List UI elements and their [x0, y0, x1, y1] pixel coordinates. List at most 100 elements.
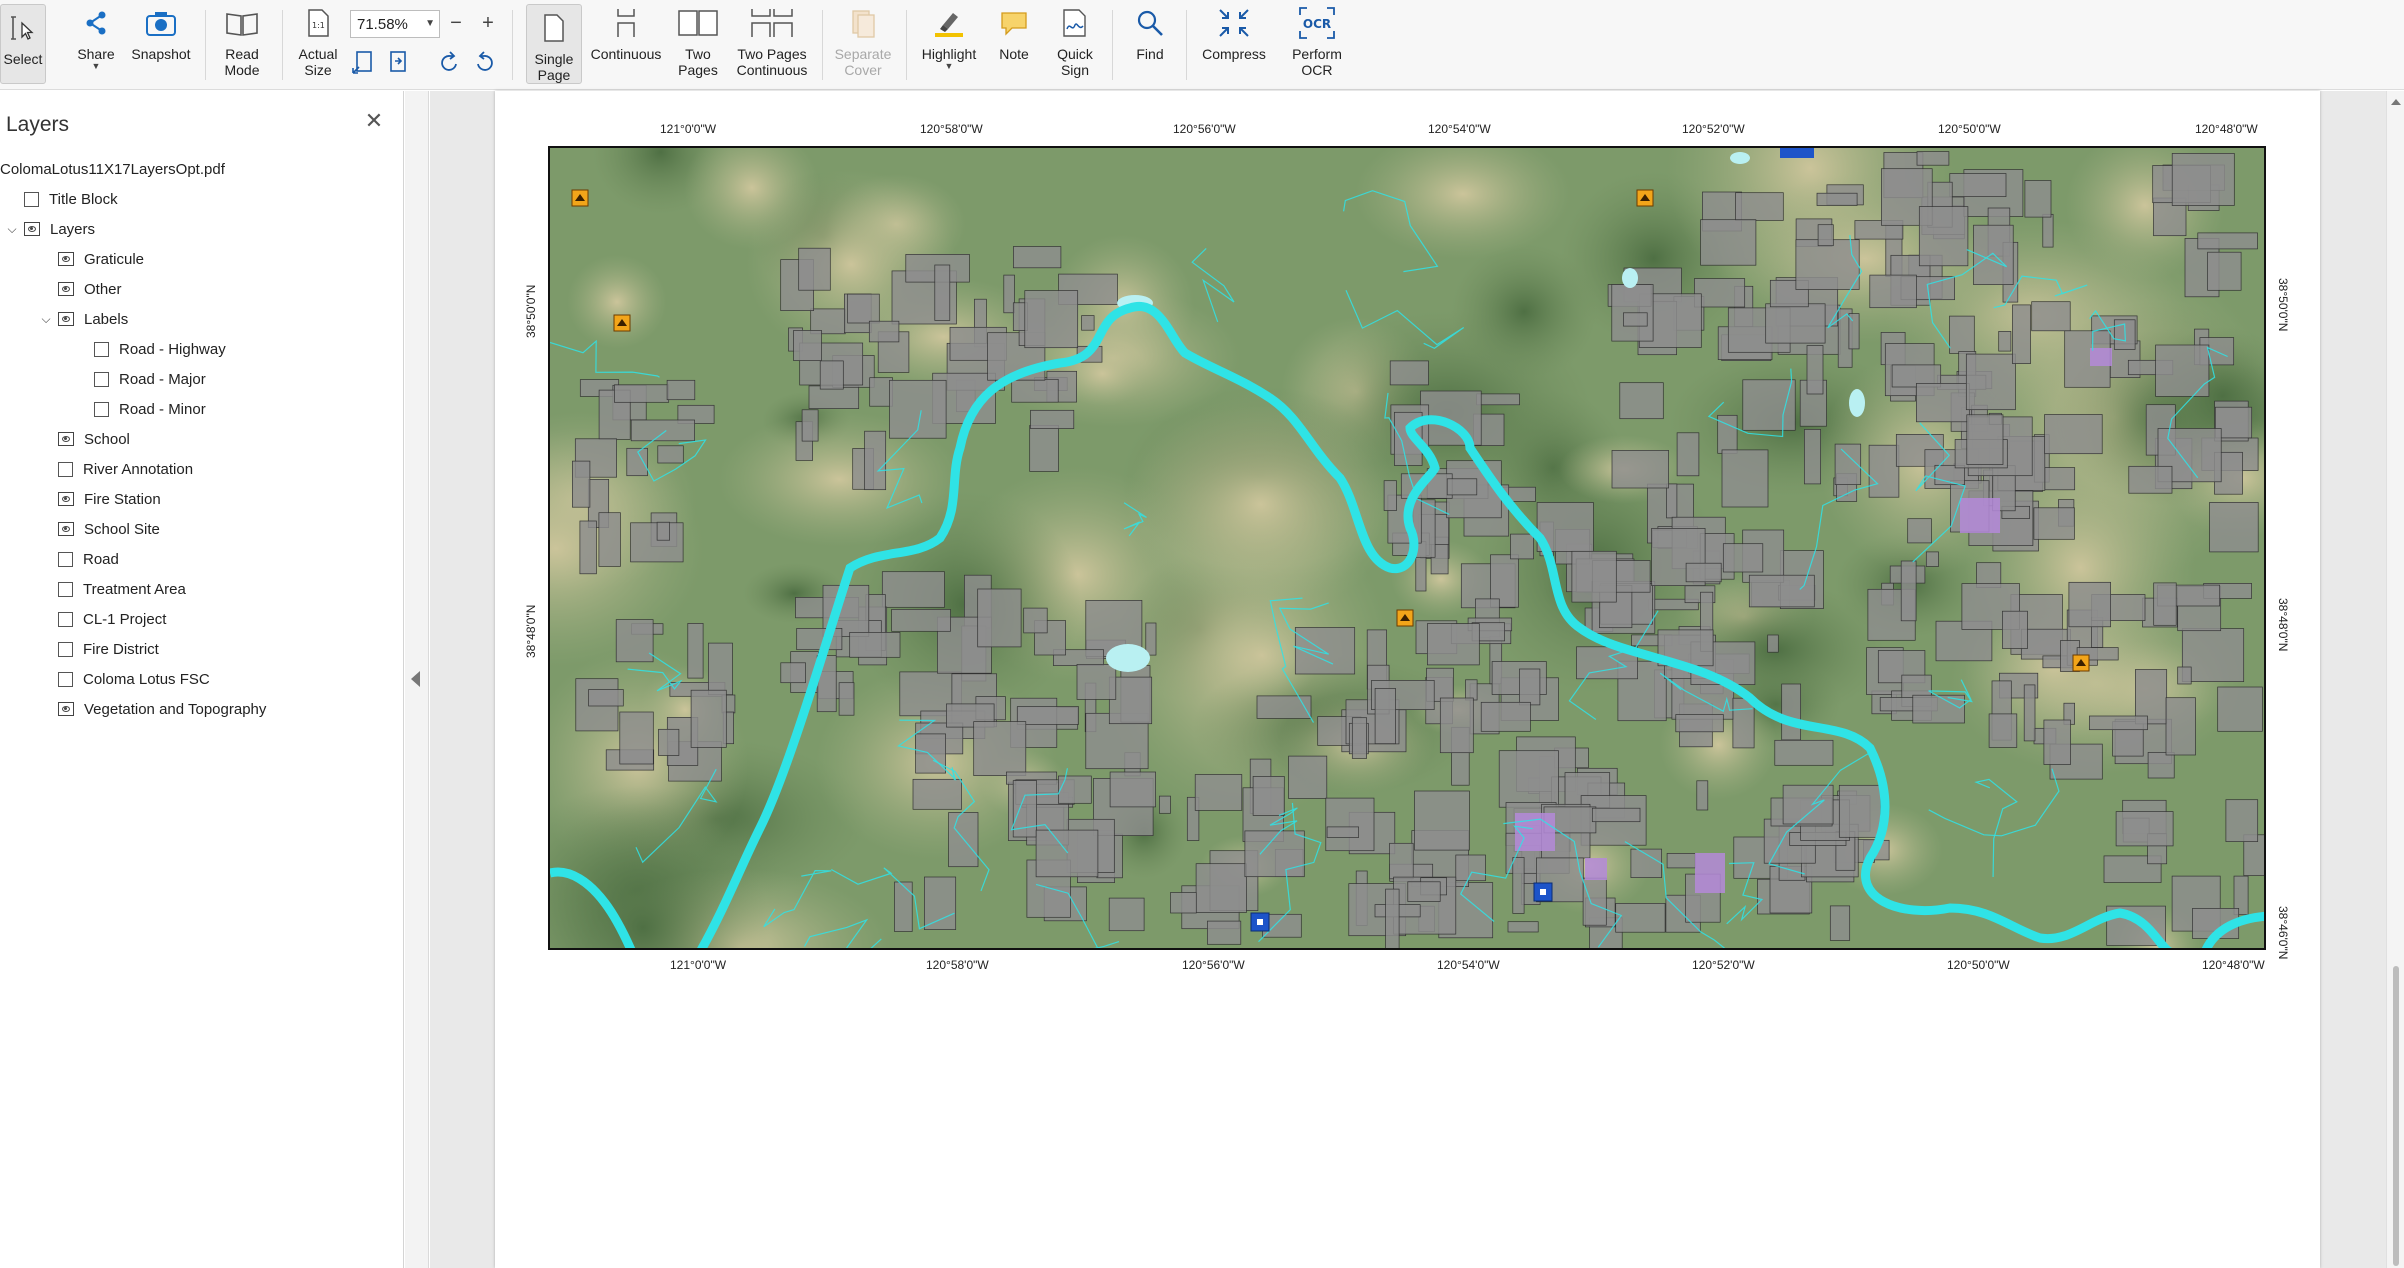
parcel — [1666, 483, 1678, 519]
note-button[interactable]: Note — [992, 0, 1036, 90]
layer-row[interactable]: Fire District — [58, 634, 159, 664]
layer-row[interactable]: CL-1 Project — [58, 604, 166, 634]
parcel — [1325, 797, 1375, 852]
rotate-left-button[interactable] — [436, 48, 464, 76]
scroll-up-arrow-icon[interactable] — [2391, 99, 2401, 105]
layer-row[interactable]: Road - Highway — [94, 334, 226, 364]
select-tool-button[interactable]: Select — [0, 4, 46, 84]
eye-icon[interactable] — [58, 522, 74, 536]
layer-row[interactable]: Road - Minor — [94, 394, 206, 424]
zoom-level-select[interactable]: 71.58% ▼ — [350, 10, 440, 38]
two-pages-button[interactable]: Two Pages — [672, 0, 724, 90]
eye-icon[interactable] — [58, 312, 74, 326]
parcel — [973, 721, 1027, 776]
layer-row[interactable]: Fire Station — [58, 484, 161, 514]
rotate-right-button[interactable] — [470, 48, 498, 76]
layer-label: ColomaLotus11X17LayersOpt.pdf — [0, 160, 225, 178]
treatment-area — [1695, 853, 1725, 893]
layer-checkbox[interactable] — [24, 191, 39, 207]
parcel — [1925, 551, 1939, 567]
zoom-out-button[interactable]: − — [441, 10, 471, 38]
layer-checkbox[interactable] — [58, 671, 73, 687]
layer-row[interactable]: Coloma Lotus FSC — [58, 664, 210, 694]
scrollbar-thumb[interactable] — [2393, 966, 2399, 1266]
fire-station-marker — [613, 314, 631, 332]
eye-icon[interactable] — [58, 492, 74, 506]
layer-row[interactable]: Road — [58, 544, 119, 574]
single-page-button[interactable]: Single Page — [526, 4, 582, 84]
parcel — [924, 876, 957, 930]
parcel — [2197, 232, 2258, 250]
parcel — [1694, 278, 1746, 308]
quick-sign-button[interactable]: Quick Sign — [1048, 0, 1102, 90]
terrain-patch — [1450, 242, 1598, 381]
layer-label: Road — [83, 550, 119, 568]
latitude-label-right: 38°46'0"N — [2276, 906, 2290, 960]
chevron-down-icon[interactable]: ⌵ — [38, 312, 54, 327]
signature-icon — [1058, 0, 1092, 46]
layer-checkbox[interactable] — [58, 611, 73, 627]
layer-checkbox[interactable] — [58, 551, 73, 567]
collapse-arrow-icon — [411, 671, 420, 687]
layer-row[interactable]: Vegetation and Topography — [58, 694, 266, 724]
layer-row[interactable]: Graticule — [58, 244, 144, 274]
parcel — [912, 778, 962, 810]
continuous-button[interactable]: Continuous — [590, 0, 662, 90]
parcel — [1030, 409, 1075, 429]
snapshot-button[interactable]: Snapshot — [130, 0, 192, 90]
layer-row[interactable]: ColomaLotus11X17LayersOpt.pdf — [0, 154, 225, 184]
layer-row[interactable]: ⌵ Labels — [38, 304, 128, 334]
layer-checkbox[interactable] — [58, 581, 73, 597]
parcel — [1058, 775, 1092, 804]
parcel — [1685, 562, 1722, 583]
eye-icon[interactable] — [24, 222, 40, 236]
perform-ocr-button[interactable]: OCR Perform OCR — [1284, 0, 1350, 90]
fit-width-icon — [390, 51, 406, 72]
layer-row[interactable]: Treatment Area — [58, 574, 186, 604]
layer-row[interactable]: School Site — [58, 514, 160, 544]
layer-row[interactable]: Other — [58, 274, 122, 304]
zoom-in-button[interactable]: + — [473, 10, 503, 38]
parcel — [1817, 224, 1834, 247]
chevron-down-icon[interactable]: ⌵ — [4, 222, 20, 237]
layer-row[interactable]: ⌵ Layers — [4, 214, 95, 244]
parcel — [796, 628, 843, 651]
layer-checkbox[interactable] — [58, 461, 73, 477]
longitude-label-top: 120°58'0"W — [920, 122, 983, 136]
eye-icon[interactable] — [58, 252, 74, 266]
parcel — [2031, 301, 2071, 332]
panel-collapse-handle[interactable] — [405, 91, 429, 1268]
parcel — [2033, 507, 2075, 540]
share-button[interactable]: Share ▼ — [74, 0, 118, 90]
layer-row[interactable]: School — [58, 424, 130, 454]
layer-checkbox[interactable] — [94, 341, 109, 357]
actual-size-button[interactable]: 1:1 Actual Size — [296, 0, 340, 90]
layer-row[interactable]: River Annotation — [58, 454, 193, 484]
fit-page-button[interactable] — [350, 48, 378, 76]
parcel — [658, 728, 680, 756]
separate-cover-button[interactable]: Separate Cover — [832, 0, 894, 90]
read-mode-button[interactable]: Read Mode — [218, 0, 266, 90]
layer-checkbox[interactable] — [94, 401, 109, 417]
compress-button[interactable]: Compress — [1198, 0, 1270, 90]
eye-icon[interactable] — [58, 432, 74, 446]
find-button[interactable]: Find — [1128, 0, 1172, 90]
parcel — [1480, 701, 1531, 732]
layer-row[interactable]: Title Block — [24, 184, 118, 214]
parcel — [2171, 153, 2235, 206]
toolbar-divider — [1186, 10, 1187, 80]
vertical-scrollbar[interactable] — [2386, 91, 2404, 1268]
parcel — [1615, 903, 1666, 933]
parcel — [1907, 518, 1932, 544]
treatment-area — [2090, 348, 2112, 366]
close-icon[interactable]: ✕ — [362, 109, 386, 133]
fit-width-button[interactable] — [384, 48, 412, 76]
layer-checkbox[interactable] — [94, 371, 109, 387]
layer-row[interactable]: Road - Major — [94, 364, 206, 394]
highlight-button[interactable]: Highlight ▼ — [916, 0, 982, 90]
fire-station-marker — [1396, 609, 1414, 627]
layer-checkbox[interactable] — [58, 641, 73, 657]
two-pages-continuous-button[interactable]: Two Pages Continuous — [732, 0, 812, 90]
eye-icon[interactable] — [58, 702, 74, 716]
eye-icon[interactable] — [58, 282, 74, 296]
